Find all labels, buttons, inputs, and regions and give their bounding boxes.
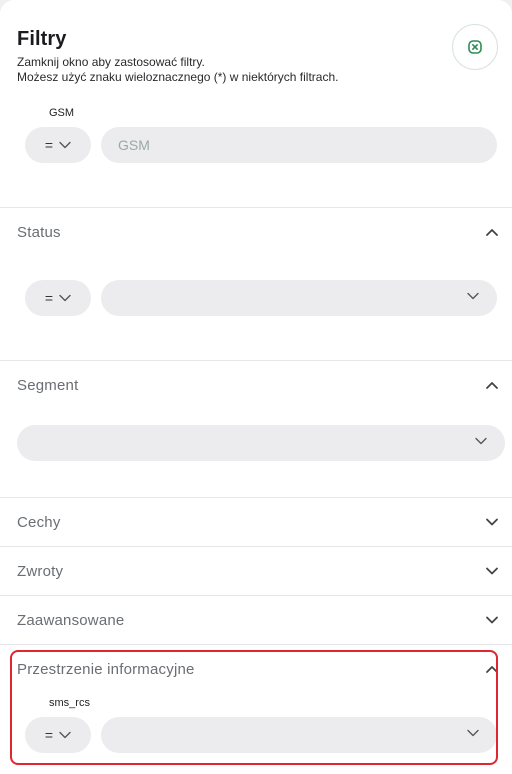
divider: [0, 360, 512, 361]
divider: [0, 595, 512, 596]
chevron-down-icon[interactable]: [484, 514, 500, 530]
divider: [0, 546, 512, 547]
chevron-down-icon: [467, 729, 479, 737]
subtitle-line-2: Możesz użyć znaku wieloznacznego (*) w n…: [17, 70, 339, 84]
divider: [0, 644, 512, 645]
chevron-up-icon[interactable]: [484, 377, 500, 393]
section-title-segment[interactable]: Segment: [17, 377, 78, 394]
section-title-zwroty[interactable]: Zwroty: [17, 563, 63, 580]
chevron-down-icon: [59, 731, 71, 739]
chevron-down-icon[interactable]: [484, 563, 500, 579]
chevron-down-icon: [475, 437, 487, 445]
gsm-operator-select[interactable]: =: [25, 127, 91, 163]
filters-panel: Filtry Zamknij okno aby zastosować filtr…: [0, 0, 512, 774]
gsm-label: GSM: [49, 107, 75, 119]
chevron-up-icon[interactable]: [484, 661, 500, 677]
segment-select[interactable]: [17, 425, 505, 461]
sms-rcs-operator-select[interactable]: =: [25, 717, 91, 753]
close-circle-icon: [468, 40, 482, 54]
chevron-down-icon: [467, 292, 479, 300]
section-title-przestrzenie[interactable]: Przestrzenie informacyjne: [17, 661, 195, 678]
sms-rcs-label: sms_rcs: [49, 697, 90, 709]
gsm-input[interactable]: [101, 127, 497, 163]
section-title-status[interactable]: Status: [17, 224, 61, 241]
subtitle-line-1: Zamknij okno aby zastosować filtry.: [17, 55, 205, 69]
chevron-down-icon: [59, 294, 71, 302]
panel-subtitle: Zamknij okno aby zastosować filtry. Może…: [17, 55, 338, 85]
section-title-cechy[interactable]: Cechy: [17, 514, 61, 531]
close-button[interactable]: [452, 24, 498, 70]
status-select[interactable]: [101, 280, 497, 316]
section-title-zaawansowane[interactable]: Zaawansowane: [17, 612, 124, 629]
status-operator-select[interactable]: =: [25, 280, 91, 316]
status-operator-value: =: [44, 290, 54, 306]
sms-rcs-operator-value: =: [44, 727, 54, 743]
panel-title: Filtry: [17, 28, 67, 50]
chevron-up-icon[interactable]: [484, 224, 500, 240]
sms-rcs-select[interactable]: [101, 717, 497, 753]
divider: [0, 207, 512, 208]
chevron-down-icon: [59, 141, 71, 149]
chevron-down-icon[interactable]: [484, 612, 500, 628]
divider: [0, 497, 512, 498]
gsm-operator-value: =: [44, 137, 54, 153]
